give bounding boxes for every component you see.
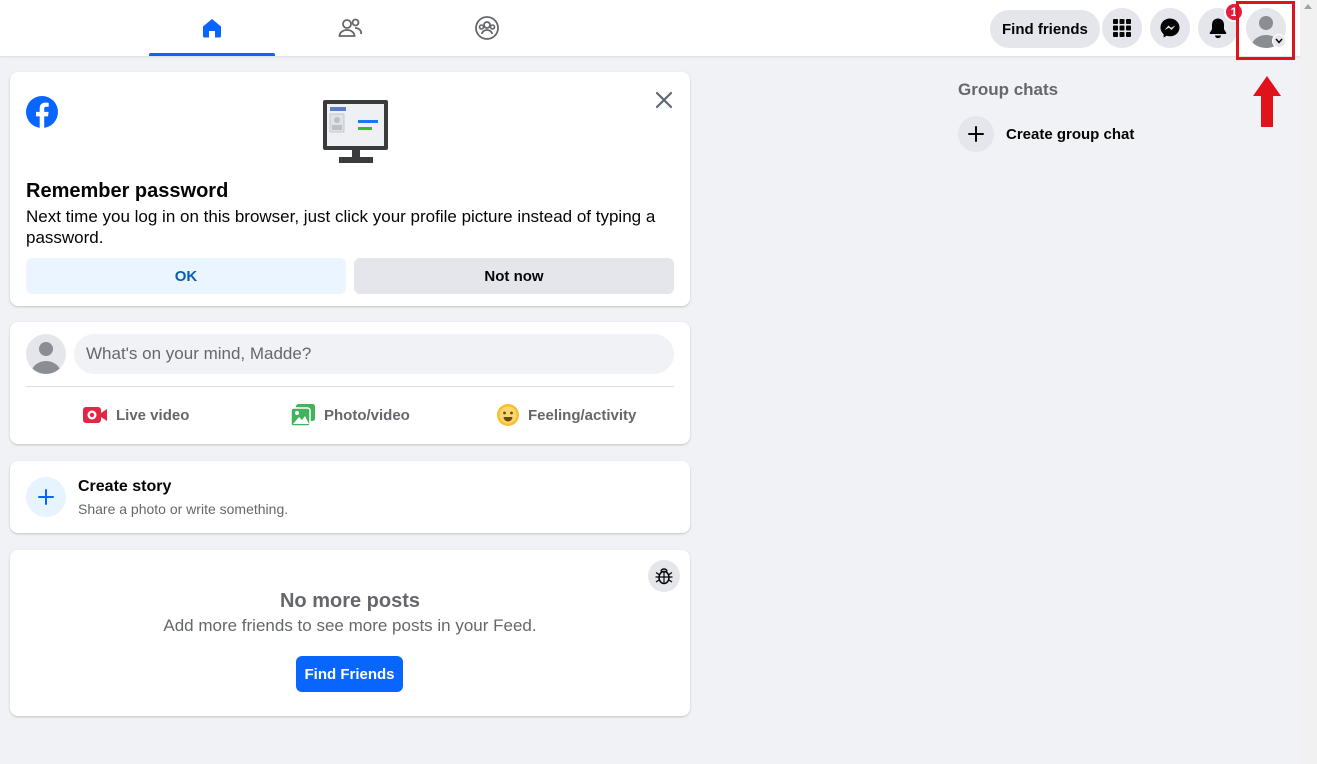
remember-password-card: Remember password Next time you log in o…: [10, 72, 690, 306]
report-bug-button[interactable]: [648, 560, 680, 592]
feeling-smiley-icon: [497, 404, 519, 426]
feeling-activity-label: Feeling/activity: [528, 406, 637, 424]
photo-video-icon: [290, 404, 315, 427]
messenger-button[interactable]: [1150, 8, 1190, 48]
menu-grid-icon: [1113, 19, 1131, 37]
bug-icon: [655, 568, 673, 585]
plus-icon: [38, 489, 54, 505]
plus-icon: [968, 126, 984, 142]
not-now-button[interactable]: Not now: [354, 258, 674, 294]
create-group-chat-button[interactable]: Create group chat: [958, 116, 1134, 152]
remember-password-description: Next time you log in on this browser, ju…: [26, 207, 656, 247]
divider: [26, 386, 674, 387]
bell-icon: [1209, 18, 1227, 39]
facebook-logo-icon: [26, 96, 58, 128]
friends-icon: [338, 18, 362, 37]
tab-groups[interactable]: [424, 0, 550, 56]
group-chats-heading: Group chats: [958, 80, 1059, 99]
create-story-title: Create story: [78, 478, 172, 495]
top-navigation-bar: Find friends: [0, 0, 1300, 56]
find-friends-cta-button[interactable]: Find Friends: [296, 656, 403, 692]
create-story-card[interactable]: Create story Share a photo or write some…: [10, 461, 690, 533]
home-icon: [203, 19, 221, 38]
photo-video-button[interactable]: Photo/video: [290, 400, 410, 430]
ok-button[interactable]: OK: [26, 258, 346, 294]
live-video-icon: [83, 407, 107, 423]
page-scrollbar[interactable]: [1300, 0, 1317, 764]
messenger-icon: [1160, 18, 1180, 38]
groups-icon: [475, 16, 499, 40]
default-avatar-icon: [31, 342, 61, 374]
no-more-posts-title: No more posts: [279, 590, 421, 612]
feeling-activity-button[interactable]: Feeling/activity: [496, 400, 636, 430]
close-icon: [655, 91, 673, 109]
avatar[interactable]: [26, 334, 66, 374]
post-composer-card: What's on your mind, Madde? Live video P…: [10, 322, 690, 444]
remember-password-title: Remember password: [26, 180, 229, 202]
create-story-subtitle: Share a photo or write something.: [78, 501, 289, 517]
close-button[interactable]: [650, 86, 678, 114]
menu-button[interactable]: [1102, 8, 1142, 48]
no-more-posts-card: No more posts Add more friends to see mo…: [10, 550, 690, 716]
annotation-arrow-icon: [1253, 76, 1281, 127]
create-group-chat-label: Create group chat: [1006, 125, 1135, 143]
live-video-label: Live video: [116, 406, 190, 424]
live-video-button[interactable]: Live video: [82, 400, 189, 430]
no-more-posts-description: Add more friends to see more posts in yo…: [163, 616, 537, 635]
tab-home[interactable]: [149, 0, 275, 56]
annotation-highlight-box: [1236, 1, 1295, 60]
scroll-up-arrow-icon[interactable]: [1304, 4, 1312, 9]
find-friends-button[interactable]: Find friends: [990, 10, 1100, 48]
whats-on-your-mind-input[interactable]: What's on your mind, Madde?: [74, 334, 674, 374]
monitor-illustration: [323, 100, 388, 163]
photo-video-label: Photo/video: [324, 406, 410, 424]
tab-friends[interactable]: [287, 0, 413, 56]
create-story-plus-button[interactable]: [26, 477, 66, 517]
create-group-chat-plus[interactable]: [958, 116, 994, 152]
